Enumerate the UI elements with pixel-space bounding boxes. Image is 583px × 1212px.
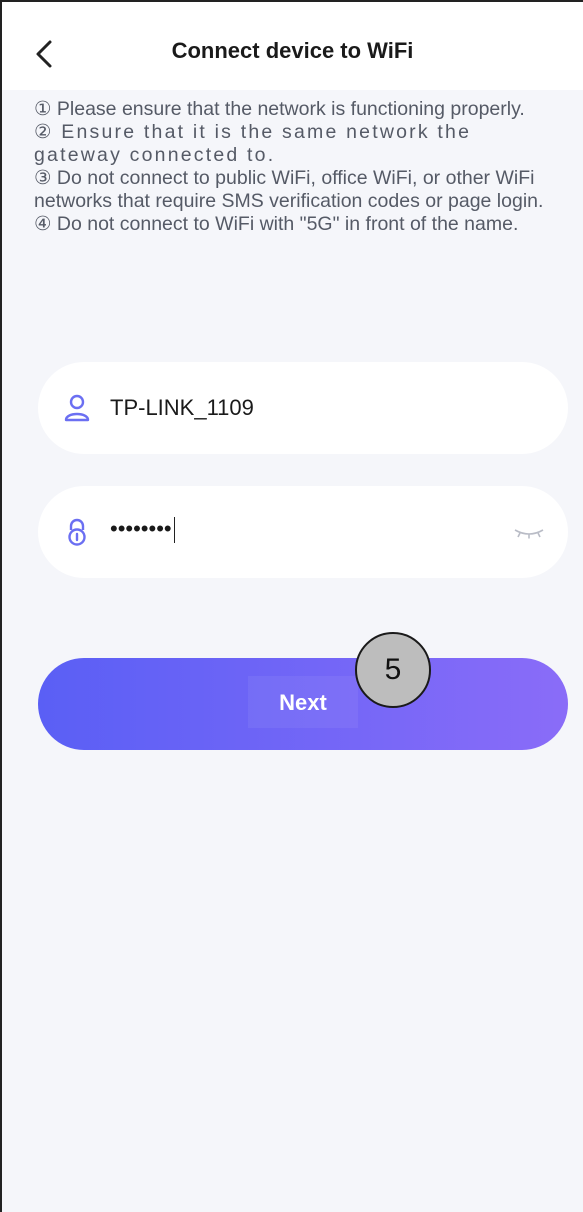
password-dots: •••••••• xyxy=(110,516,172,541)
page-title: Connect device to WiFi xyxy=(171,38,414,63)
eye-closed-icon[interactable] xyxy=(512,526,546,540)
password-value: •••••••• xyxy=(110,516,175,544)
app-screen: Connect device to WiFi ① Please ensure t… xyxy=(0,0,583,1212)
instruction-3: ③ Do not connect to public WiFi, office … xyxy=(34,167,544,212)
instruction-2: ② Ensure that it is the same network the… xyxy=(34,121,472,166)
instruction-1: ① Please ensure that the network is func… xyxy=(34,98,525,120)
step-marker: 5 xyxy=(355,632,431,708)
next-label: Next xyxy=(279,690,327,715)
instruction-4: ④ Do not connect to WiFi with "5G" in fr… xyxy=(34,213,519,235)
next-button[interactable]: Next xyxy=(38,658,568,750)
password-field[interactable]: •••••••• xyxy=(38,486,568,578)
top-bar: Connect device to WiFi xyxy=(2,2,583,90)
instructions: ① Please ensure that the network is func… xyxy=(34,98,562,236)
lock-icon xyxy=(68,518,86,546)
text-caret xyxy=(173,517,175,544)
wifi-name-value: TP-LINK_1109 xyxy=(110,395,254,420)
wifi-name-field[interactable]: TP-LINK_1109 xyxy=(38,362,568,454)
user-icon xyxy=(64,394,90,422)
